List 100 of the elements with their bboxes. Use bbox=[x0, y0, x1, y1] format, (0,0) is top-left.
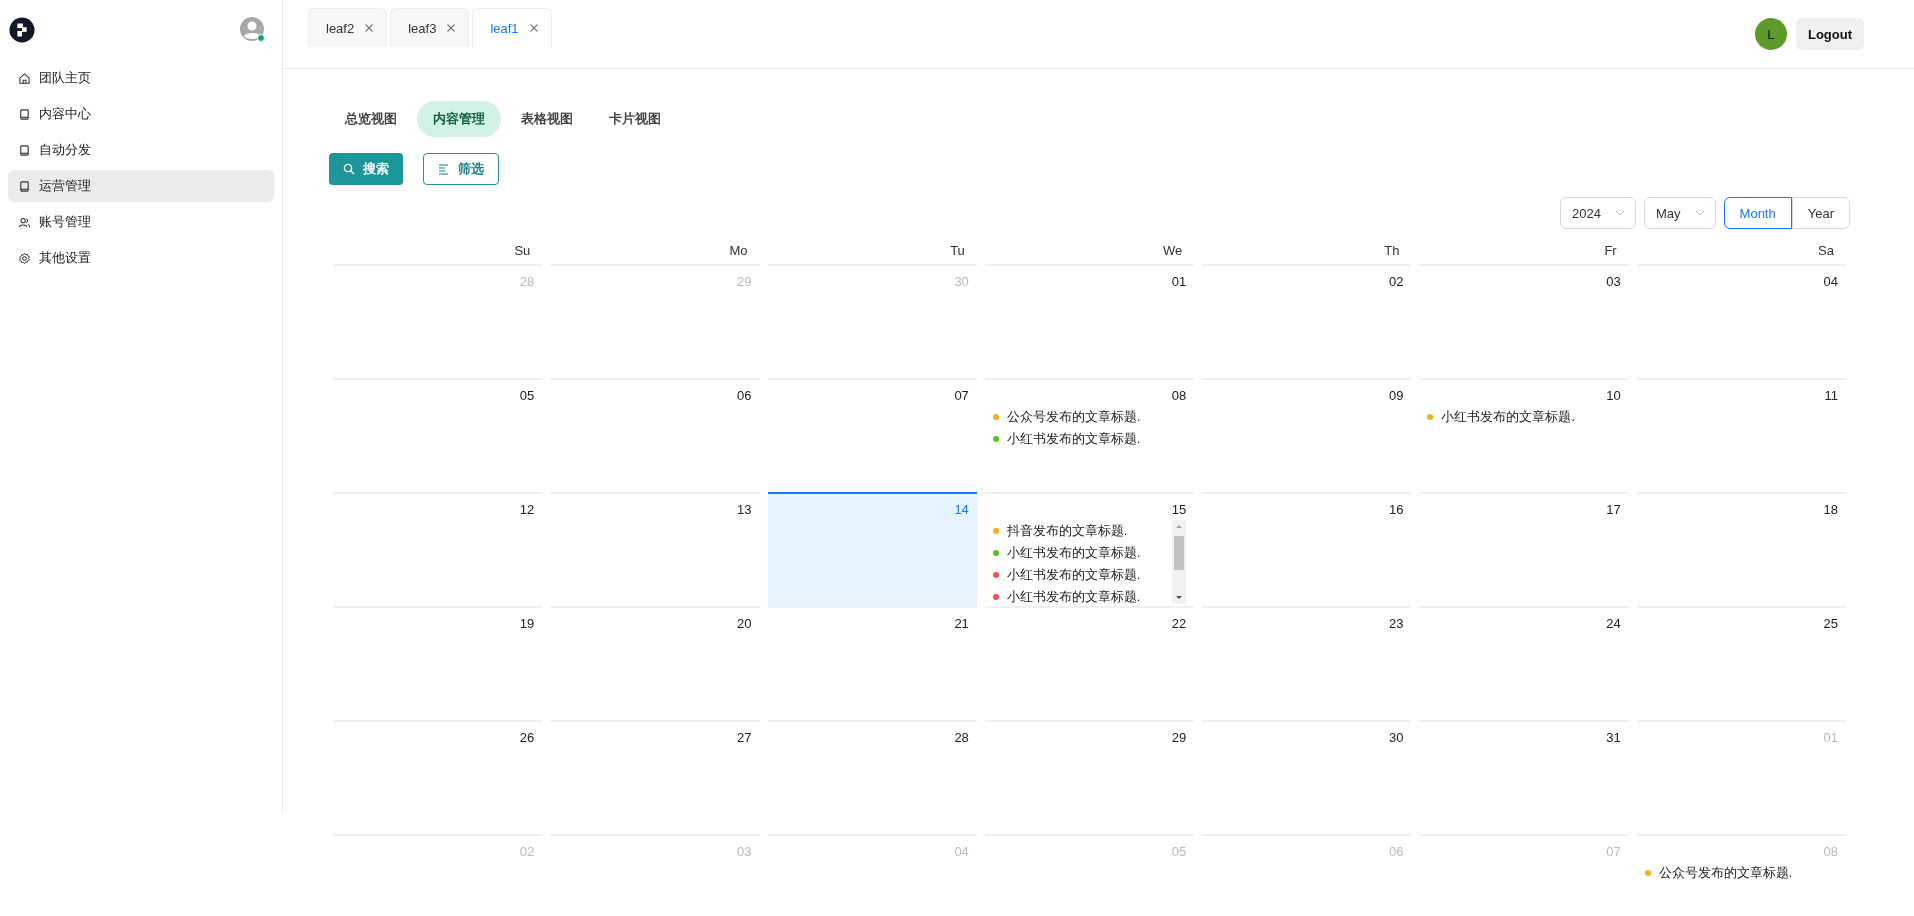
day-number: 04 bbox=[953, 843, 969, 861]
view-tab[interactable]: 总览视图 bbox=[329, 101, 413, 137]
book-icon bbox=[18, 107, 31, 121]
day-number: 12 bbox=[518, 501, 535, 519]
day-cell[interactable]: 23 bbox=[1202, 606, 1412, 720]
weekday-label: Mo bbox=[728, 242, 749, 260]
book-icon bbox=[18, 143, 31, 157]
day-cell[interactable]: 27 bbox=[550, 720, 760, 834]
weekday-label: Tu bbox=[949, 242, 966, 260]
day-cell[interactable]: 17 bbox=[1419, 492, 1629, 606]
day-number: 04 bbox=[1822, 273, 1838, 291]
day-number: 26 bbox=[518, 729, 535, 747]
logout-button[interactable]: Logout bbox=[1795, 18, 1864, 50]
close-icon[interactable] bbox=[446, 23, 457, 33]
mode-toggle[interactable]: Month bbox=[1723, 197, 1792, 229]
close-icon[interactable] bbox=[364, 23, 375, 33]
day-number: 11 bbox=[1823, 387, 1838, 405]
day-cell[interactable]: 21 bbox=[767, 606, 977, 720]
event-title[interactable]: 公众号发布的文章标题. bbox=[1006, 408, 1141, 426]
day-cell[interactable]: 05 bbox=[333, 378, 543, 492]
day-cell[interactable]: 09 bbox=[1202, 378, 1412, 492]
event-title[interactable]: 抖音发布的文章标题. bbox=[1006, 522, 1128, 540]
view-tab[interactable]: 卡片视图 bbox=[593, 101, 677, 137]
day-number: 24 bbox=[1605, 615, 1621, 633]
filter-button[interactable]: 筛选 bbox=[423, 153, 499, 185]
day-number: 25 bbox=[1822, 615, 1838, 633]
weekday-label: We bbox=[1161, 242, 1184, 260]
day-cell[interactable]: 18 bbox=[1636, 492, 1846, 606]
event-title[interactable]: 小红书发布的文章标题. bbox=[1006, 566, 1141, 584]
day-cell[interactable]: 13 bbox=[550, 492, 760, 606]
day-number: 01 bbox=[1822, 729, 1838, 747]
nav-item[interactable]: 账号管理 bbox=[8, 206, 274, 238]
nav-item[interactable]: 团队主页 bbox=[8, 62, 274, 94]
users-icon bbox=[18, 215, 31, 229]
year-select[interactable]: 2024 bbox=[1560, 197, 1636, 229]
day-cell[interactable]: 04 bbox=[1636, 264, 1846, 378]
chevron-down-icon bbox=[1615, 210, 1625, 216]
day-number: 02 bbox=[1387, 273, 1404, 291]
page-tab[interactable]: leaf1 bbox=[472, 8, 552, 47]
day-number: 06 bbox=[1387, 843, 1404, 861]
day-number: 05 bbox=[1170, 843, 1187, 861]
day-cell[interactable]: 24 bbox=[1419, 606, 1629, 720]
day-number: 08 bbox=[1170, 387, 1187, 405]
day-number: 05 bbox=[518, 387, 535, 405]
day-number: 02 bbox=[518, 843, 535, 861]
day-number: 01 bbox=[1170, 273, 1187, 291]
day-cell[interactable]: 16 bbox=[1202, 492, 1412, 606]
day-number: 31 bbox=[1605, 729, 1621, 747]
event-title[interactable]: 公众号发布的文章标题. bbox=[1658, 864, 1793, 882]
day-cell[interactable]: 12 bbox=[333, 492, 543, 606]
day-cell[interactable]: 25 bbox=[1636, 606, 1846, 720]
mode-toggle[interactable]: Year bbox=[1791, 197, 1850, 229]
home-icon bbox=[18, 71, 31, 85]
day-cell[interactable]: 06 bbox=[550, 378, 760, 492]
nav-item[interactable]: 自动分发 bbox=[8, 134, 274, 166]
event-title[interactable]: 小红书发布的文章标题. bbox=[1006, 544, 1141, 562]
day-cell[interactable]: 29 bbox=[984, 720, 1195, 834]
settings-icon bbox=[18, 251, 31, 265]
day-cell[interactable]: 31 bbox=[1419, 720, 1629, 834]
day-cell[interactable]: 10 小红书发布的文章标题. bbox=[1419, 378, 1629, 492]
day-number: 08 bbox=[1822, 843, 1838, 861]
page-tab[interactable]: leaf3 bbox=[390, 8, 470, 47]
event-title[interactable]: 小红书发布的文章标题. bbox=[1006, 430, 1141, 448]
day-cell[interactable]: 14 bbox=[767, 492, 977, 606]
day-number: 29 bbox=[736, 273, 752, 291]
day-number: 27 bbox=[736, 729, 752, 747]
day-cell[interactable]: 03 bbox=[1419, 264, 1629, 378]
day-number: 15 bbox=[1170, 501, 1187, 519]
page-tab[interactable]: leaf2 bbox=[308, 8, 388, 47]
day-cell[interactable]: 19 bbox=[333, 606, 543, 720]
day-number: 17 bbox=[1605, 501, 1621, 519]
day-cell[interactable]: 11 bbox=[1636, 378, 1846, 492]
day-number: 14 bbox=[953, 501, 969, 519]
view-tab[interactable]: 表格视图 bbox=[505, 101, 589, 137]
day-cell[interactable]: 08 公众号发布的文章标题. bbox=[1636, 834, 1846, 916]
day-cell[interactable]: 26 bbox=[333, 720, 543, 834]
nav-item[interactable]: 运营管理 bbox=[8, 170, 274, 202]
day-cell[interactable]: 30 bbox=[1202, 720, 1412, 834]
day-cell[interactable]: 20 bbox=[550, 606, 760, 720]
weekday-label: Th bbox=[1383, 242, 1401, 260]
nav-item[interactable]: 内容中心 bbox=[8, 98, 274, 130]
search-button[interactable]: 搜索 bbox=[329, 153, 403, 185]
month-select[interactable]: May bbox=[1644, 197, 1716, 229]
user-avatar[interactable]: L bbox=[1754, 18, 1787, 50]
day-cell[interactable]: 01 bbox=[984, 264, 1195, 378]
book-icon bbox=[18, 179, 31, 193]
day-number: 06 bbox=[736, 387, 752, 405]
day-cell[interactable]: 28 bbox=[767, 720, 977, 834]
day-number: 29 bbox=[1170, 729, 1187, 747]
event-title[interactable]: 小红书发布的文章标题. bbox=[1006, 588, 1141, 606]
day-cell[interactable]: 15 抖音发布的文章标题. 小红书发布的文章标题. 小红书发布的文章标题. 小红书发布的文章标题. bbox=[984, 492, 1195, 606]
view-tab[interactable]: 内容管理 bbox=[417, 101, 501, 137]
avatar-icon[interactable] bbox=[240, 17, 266, 43]
day-cell[interactable]: 22 bbox=[984, 606, 1195, 720]
day-cell[interactable]: 02 bbox=[1202, 264, 1412, 378]
nav-item[interactable]: 其他设置 bbox=[8, 242, 274, 274]
event-title[interactable]: 小红书发布的文章标题. bbox=[1441, 408, 1576, 426]
close-icon[interactable] bbox=[528, 23, 539, 33]
scrollbar[interactable] bbox=[1172, 520, 1187, 604]
day-cell[interactable]: 08 公众号发布的文章标题. 小红书发布的文章标题. bbox=[984, 378, 1195, 492]
